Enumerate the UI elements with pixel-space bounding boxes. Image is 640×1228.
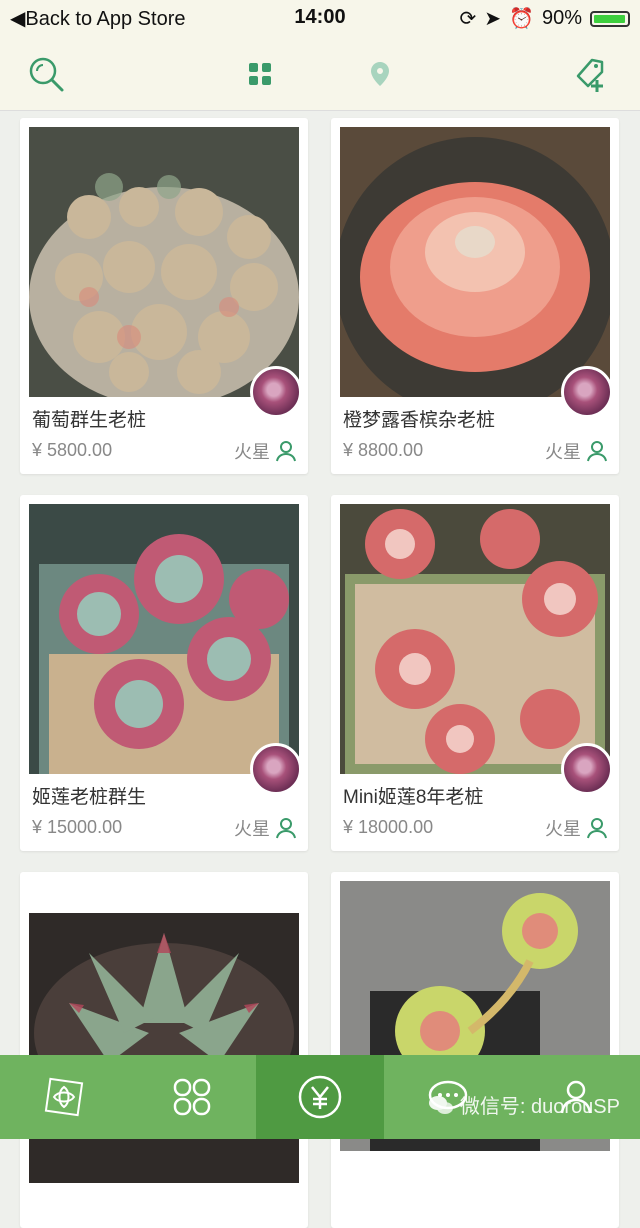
status-right: ⟳ ➤ ⏰ 90% — [460, 6, 630, 31]
product-price: ¥ 8800.00 — [343, 440, 424, 460]
top-nav — [0, 36, 640, 111]
yen-coin-icon — [298, 1075, 342, 1119]
four-leaf-icon — [173, 1078, 211, 1116]
seller-info[interactable]: 火星 — [545, 815, 607, 841]
add-tag-icon[interactable] — [568, 52, 612, 96]
battery-icon — [590, 10, 630, 27]
product-photo[interactable] — [340, 127, 610, 397]
wechat-icon — [428, 1095, 453, 1114]
user-icon — [276, 818, 296, 839]
alarm-icon: ⏰ — [509, 8, 534, 30]
status-bar: ◀Back to App Store 14:00 ⟳ ➤ ⏰ 90% — [0, 0, 640, 36]
seller-name: 火星 — [545, 819, 581, 839]
product-photo[interactable] — [29, 127, 299, 397]
flower-frame-icon — [44, 1077, 84, 1117]
grid-icon[interactable] — [238, 52, 282, 96]
product-photo[interactable] — [29, 913, 299, 1183]
seller-name: 火星 — [234, 819, 270, 839]
user-icon — [276, 441, 296, 462]
watermark-text: 微信号: duorouSP — [459, 1096, 620, 1118]
product-title: 橙梦露香槟杂老桩 — [343, 410, 496, 431]
wechat-watermark: 微信号: duorouSP — [428, 1090, 620, 1119]
product-photo[interactable] — [29, 504, 299, 774]
user-icon — [587, 818, 607, 839]
product-title: 姬莲老桩群生 — [32, 787, 147, 808]
search-icon[interactable] — [24, 52, 68, 96]
user-icon — [587, 441, 607, 462]
product-price: ¥ 15000.00 — [32, 817, 123, 837]
rotation-lock-icon: ⟳ — [459, 8, 477, 30]
seller-avatar[interactable] — [561, 743, 613, 795]
seller-info[interactable]: 火星 — [545, 438, 607, 464]
tab-home[interactable] — [0, 1055, 128, 1139]
seller-avatar[interactable] — [250, 743, 302, 795]
product-card[interactable]: 姬莲老桩群生 ¥ 15000.00 火星 — [20, 495, 308, 851]
product-card[interactable]: 葡萄群生老桩 ¥ 5800.00 火星 — [20, 118, 308, 474]
product-price: ¥ 5800.00 — [32, 440, 113, 460]
seller-info[interactable]: 火星 — [234, 815, 296, 841]
product-price: ¥ 18000.00 — [343, 817, 434, 837]
location-pin-icon[interactable] — [358, 52, 402, 96]
seller-name: 火星 — [545, 442, 581, 462]
product-card[interactable] — [20, 872, 308, 1228]
location-arrow-icon: ➤ — [484, 8, 502, 30]
product-card[interactable]: Mini姬莲8年老桩 ¥ 18000.00 火星 — [331, 495, 619, 851]
battery-percent: 90% — [541, 7, 582, 29]
tab-market[interactable] — [256, 1055, 384, 1139]
seller-avatar[interactable] — [250, 366, 302, 418]
battery-fill — [594, 14, 625, 23]
product-photo[interactable] — [340, 504, 610, 774]
product-card[interactable]: 橙梦露香槟杂老桩 ¥ 8800.00 火星 — [331, 118, 619, 474]
product-title: Mini姬莲8年老桩 — [343, 787, 484, 808]
tab-categories[interactable] — [128, 1055, 256, 1139]
seller-avatar[interactable] — [561, 366, 613, 418]
product-title: 葡萄群生老桩 — [32, 410, 147, 431]
product-card[interactable] — [331, 872, 619, 1228]
seller-name: 火星 — [234, 442, 270, 462]
seller-info[interactable]: 火星 — [234, 438, 296, 464]
